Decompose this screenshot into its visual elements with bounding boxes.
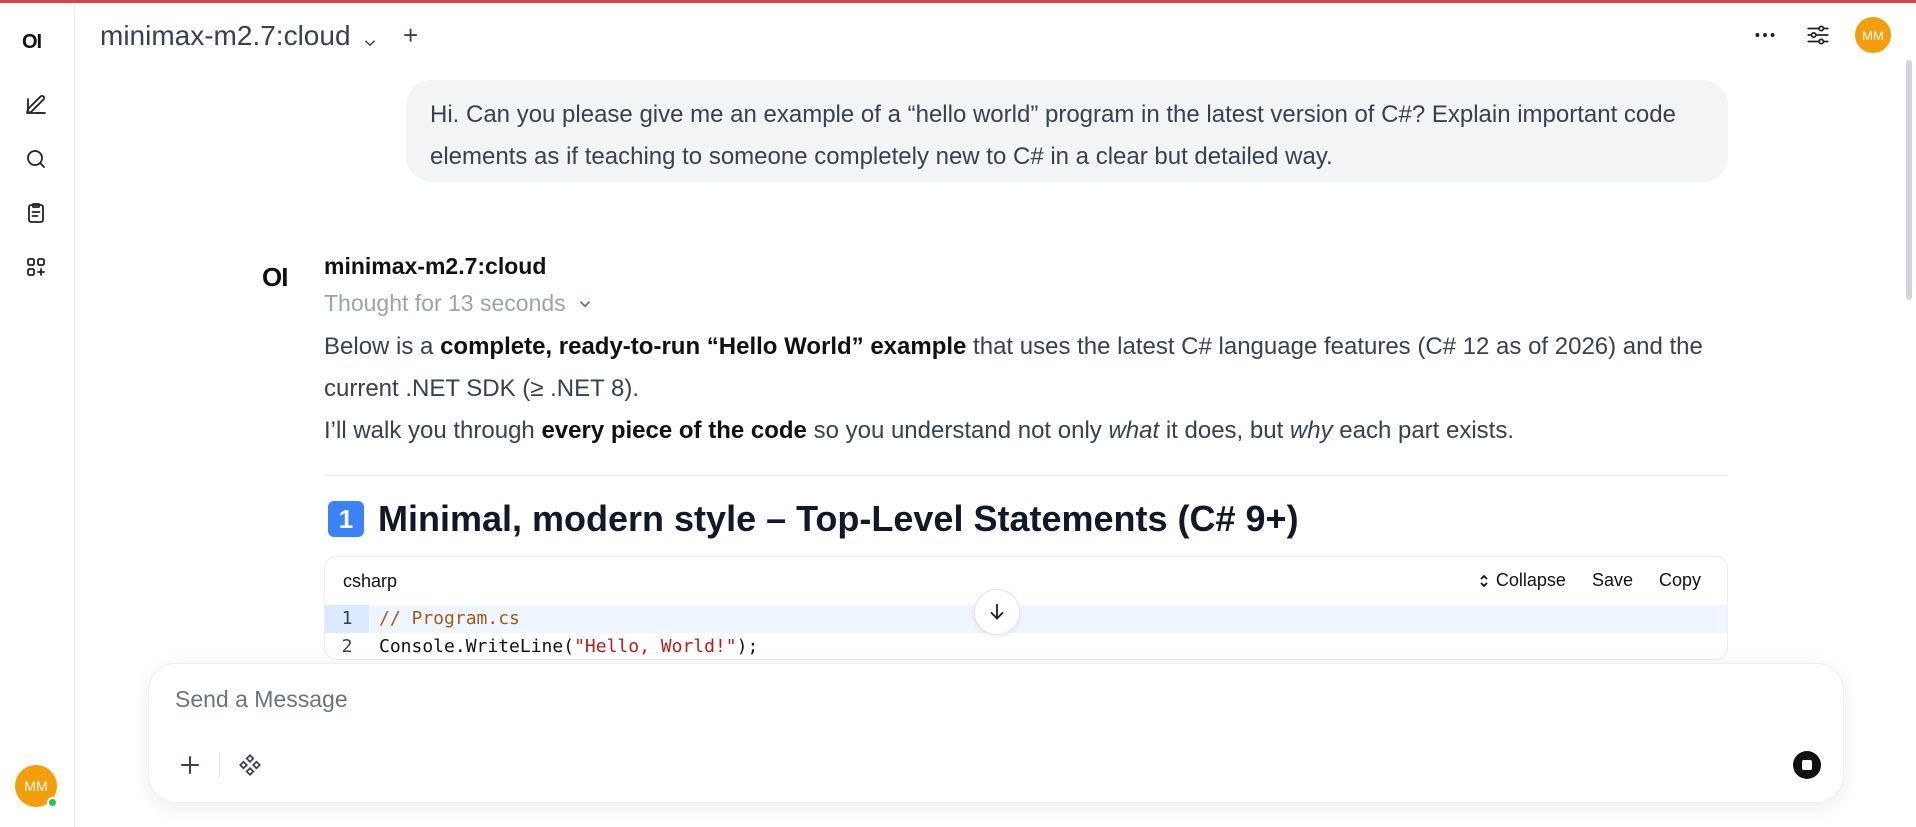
line-number: 1 <box>325 605 369 633</box>
app-logo[interactable]: OI <box>22 31 42 54</box>
workspace-icon <box>27 258 45 276</box>
model-selector[interactable]: minimax-m2.7:cloud <box>100 20 379 52</box>
toolbar-divider <box>219 752 220 778</box>
more-options-button[interactable] <box>1750 20 1780 50</box>
collapse-button[interactable]: Collapse <box>1478 570 1566 591</box>
integrations-icon <box>239 754 261 776</box>
thought-toggle[interactable]: Thought for 13 seconds <box>324 290 594 317</box>
collapse-label: Collapse <box>1495 570 1566 590</box>
search-button[interactable] <box>20 143 52 175</box>
attach-button[interactable] <box>175 750 205 780</box>
integrations-button[interactable] <box>235 750 265 780</box>
online-status-dot <box>47 797 58 808</box>
new-chat-button[interactable] <box>20 89 52 121</box>
text-span: Below is a <box>324 333 441 360</box>
thought-label: Thought for 13 seconds <box>324 290 566 316</box>
message-input[interactable] <box>175 686 1775 713</box>
notes-button[interactable] <box>20 197 52 229</box>
section-heading: 1 Minimal, modern style – Top-Level Stat… <box>328 498 1299 540</box>
chevron-down-icon <box>361 27 379 47</box>
code-language: csharp <box>343 571 398 591</box>
code-text: Console.WriteLine("Hello, World!"); <box>379 633 759 659</box>
notes-icon <box>28 203 44 223</box>
copy-button[interactable]: Copy <box>1659 570 1701 591</box>
code-token: Console.WriteLine( <box>379 636 575 657</box>
save-button[interactable]: Save <box>1592 570 1633 591</box>
assistant-avatar: OI <box>262 262 288 292</box>
heading-text: Minimal, modern style – Top-Level Statem… <box>378 498 1299 539</box>
code-block: csharp Collapse Save Copy 1 // Program.c… <box>324 556 1728 660</box>
code-comment: // Program.cs <box>379 608 520 629</box>
italic-span: what <box>1108 417 1160 444</box>
model-name: minimax-m2.7:cloud <box>100 20 351 51</box>
code-token: ); <box>736 636 759 657</box>
response-paragraph-1: Below is a complete, ready-to-run “Hello… <box>324 326 1734 410</box>
message-composer <box>148 663 1844 803</box>
bold-span: every piece of the code <box>541 417 807 444</box>
sidebar: OI MM <box>0 3 75 827</box>
code-actions: Collapse Save Copy <box>1478 570 1701 591</box>
text-span: each part exists. <box>1332 417 1515 444</box>
sliders-icon <box>1807 25 1829 45</box>
add-model-button[interactable]: + <box>403 20 418 51</box>
text-span: I’ll walk you through <box>324 417 542 444</box>
chevron-down-icon <box>579 300 590 308</box>
stop-icon <box>1802 760 1812 770</box>
plus-icon <box>181 756 199 774</box>
stop-generation-button[interactable] <box>1793 751 1821 779</box>
new-chat-icon <box>26 95 46 114</box>
more-horizontal-icon <box>1755 33 1775 37</box>
top-accent-line <box>0 0 1916 3</box>
scroll-to-bottom-button[interactable] <box>974 589 1020 635</box>
arrow-down-icon <box>990 603 1004 620</box>
assistant-model-name: minimax-m2.7:cloud <box>324 253 547 279</box>
section-divider <box>324 475 1728 476</box>
code-line: 1 // Program.cs <box>325 605 1727 633</box>
workspace-button[interactable] <box>20 251 52 283</box>
code-block-header: csharp Collapse Save Copy <box>325 557 1727 605</box>
scrollbar-thumb[interactable] <box>1906 60 1912 300</box>
code-line: 2 Console.WriteLine("Hello, World!"); <box>325 633 1727 659</box>
search-icon <box>27 150 45 168</box>
response-paragraph-2: I’ll walk you through every piece of the… <box>324 410 1734 452</box>
text-span: it does, but <box>1159 417 1290 444</box>
bold-span: complete, ready-to-run “Hello World” exa… <box>440 333 967 360</box>
line-number: 2 <box>341 636 353 657</box>
header-user-avatar[interactable]: MM <box>1855 17 1891 53</box>
chevron-up-down-icon <box>1480 574 1488 587</box>
italic-span: why <box>1289 417 1333 444</box>
chat-controls-button[interactable] <box>1803 20 1833 50</box>
user-message-bubble: Hi. Can you please give me an example of… <box>406 80 1728 182</box>
keycap-one-icon: 1 <box>328 501 364 537</box>
code-string: "Hello, World!" <box>574 636 737 657</box>
text-span: so you understand not only <box>806 417 1109 444</box>
